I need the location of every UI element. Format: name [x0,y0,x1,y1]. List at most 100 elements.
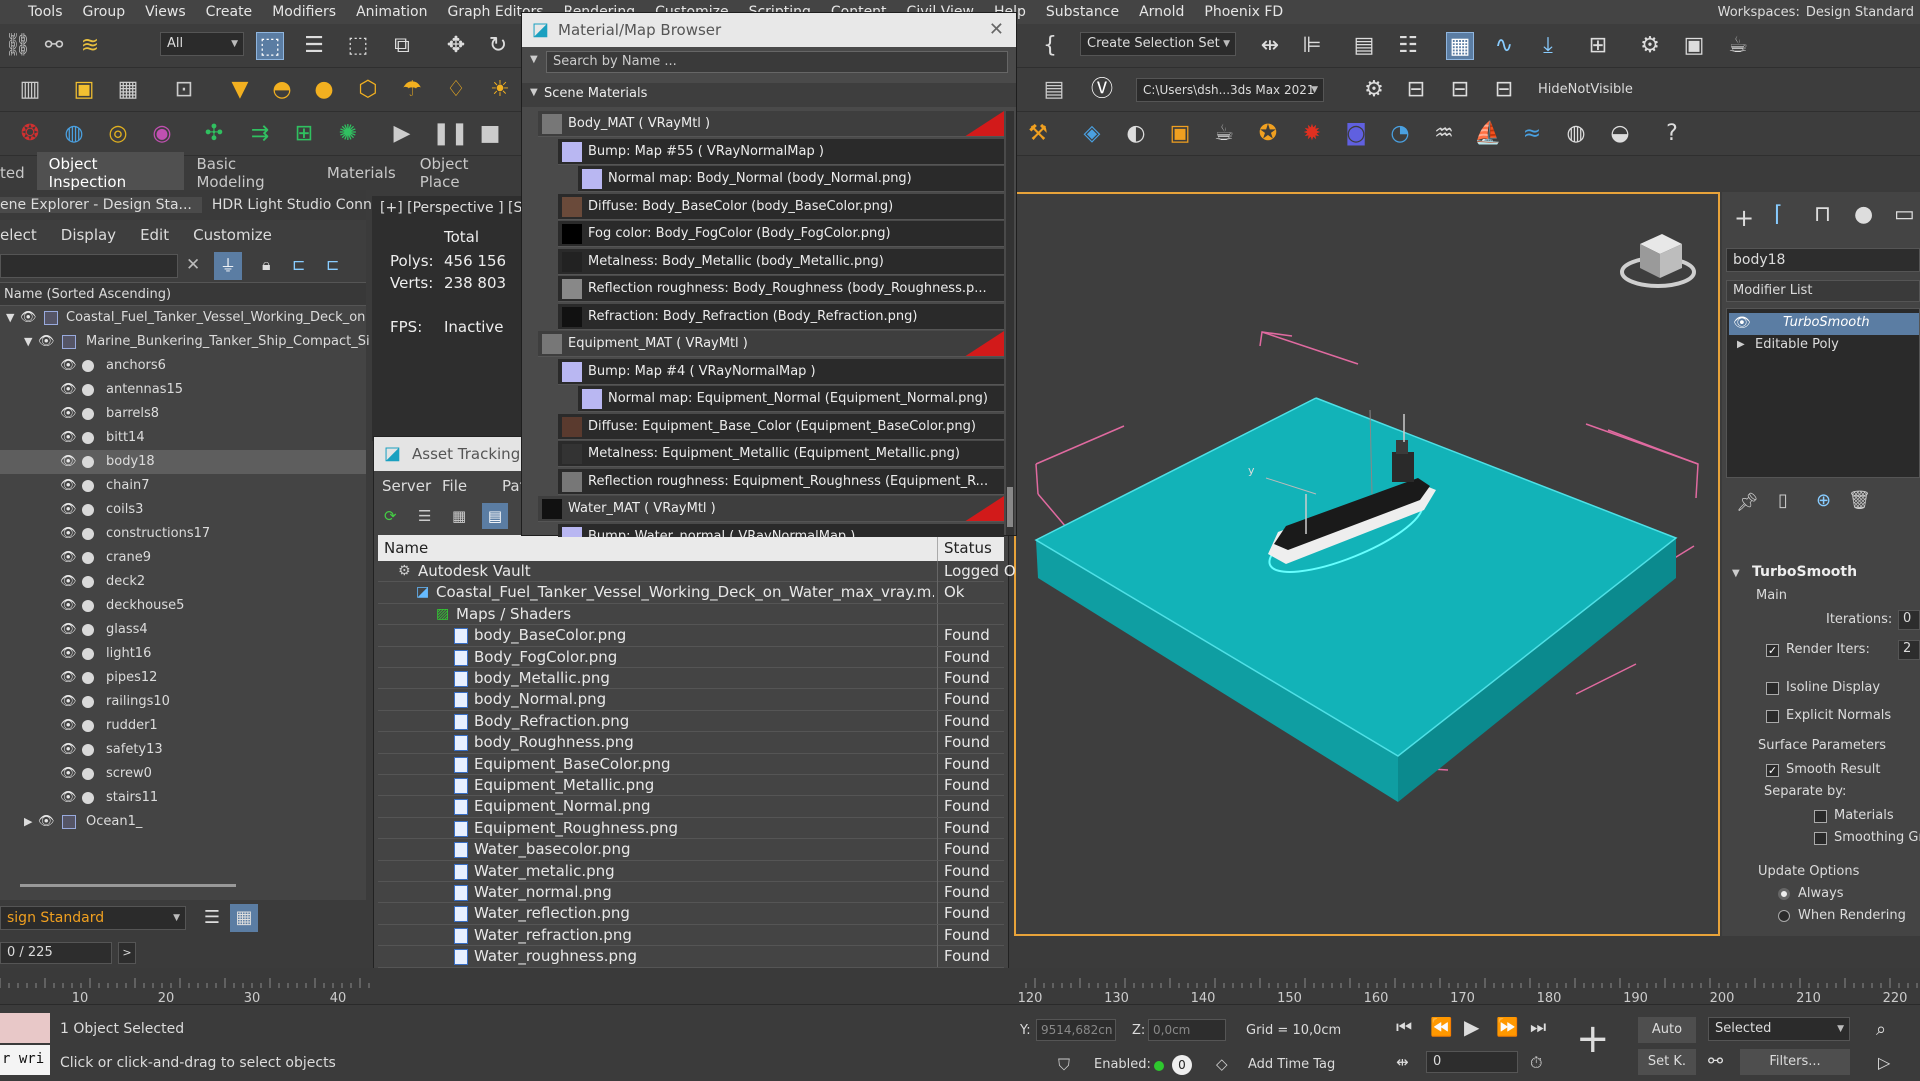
menu-item-phoenix-fd[interactable]: Phoenix FD [1194,4,1293,20]
scene-menu-display[interactable]: Display [49,226,128,244]
material-row[interactable]: Water_MAT ( VRayMtl ) [538,496,1004,522]
render-setup-icon[interactable]: ⚙ [1636,32,1664,60]
remove-modifier-icon[interactable]: 🗑︎ [1848,490,1871,511]
ribbon-tab-object-inspection[interactable]: Object Inspection [36,152,185,194]
workspace-layer-dropdown[interactable]: sign Standard [0,906,186,930]
phoenix-grid-icon[interactable]: ⚒ [1024,120,1052,148]
selection-filter-dropdown[interactable]: All [160,32,244,56]
always-radio[interactable] [1778,888,1790,900]
unlink-icon[interactable]: ⚯ [40,32,68,60]
visibility-eye-icon[interactable]: 👁︎ [20,306,37,330]
phoenix-camera-icon[interactable]: ◙ [1342,120,1370,148]
tree-row[interactable]: 👁︎ anchors6 [0,354,366,378]
schematic-view-icon[interactable]: ⊞ [1584,32,1612,60]
set-key-button[interactable]: Set K. [1638,1049,1696,1075]
named-selection-icon[interactable]: { [1036,32,1064,60]
create-selection-set-dropdown[interactable]: Create Selection Set [1080,32,1236,56]
phoenix-foam-icon[interactable]: ⛵ [1474,120,1502,148]
search-options-chevron-icon[interactable]: ▼ [530,54,538,65]
create-tab-icon[interactable]: + [1734,204,1754,232]
list-view-icon[interactable]: ☰ [418,507,431,525]
asset-row[interactable]: Body_Refraction.png Found [378,710,1004,733]
asset-row[interactable]: Equipment_Roughness.png Found [378,817,1004,840]
asset-row[interactable]: ◪ Coastal_Fuel_Tanker_Vessel_Working_Deck… [378,582,1004,604]
collapse-arrow-icon[interactable]: ▼ [24,330,32,354]
visibility-eye-icon[interactable]: 👁︎ [60,546,77,570]
asset-row[interactable]: Body_FogColor.png Found [378,646,1004,668]
frame-counter[interactable]: 0 / 225 [0,942,112,964]
frame-buffer-icon[interactable]: ⊡ [170,76,198,104]
visibility-eye-icon[interactable]: 👁︎ [60,522,77,546]
map-row[interactable]: Reflection roughness: Equipment_Roughnes… [558,468,1004,495]
rect-selection-icon[interactable]: ⬚ [344,32,372,60]
time-config-icon[interactable]: ⏱ [1530,1053,1542,1073]
material-search-input[interactable]: Search by Name ... [546,51,1008,73]
map-row[interactable]: Diffuse: Body_BaseColor (body_BaseColor.… [558,193,1004,220]
bind-spacewarp-icon[interactable]: ≋ [76,32,104,60]
workspace-value[interactable]: Design Standard [1806,5,1914,20]
map-row[interactable]: Reflection roughness: Body_Roughness (bo… [558,276,1004,302]
modifier-turbosmooth[interactable]: 👁︎ TurboSmooth [1729,313,1919,335]
menu-item-views[interactable]: Views [135,4,196,20]
mesh-light-icon[interactable]: ⬡ [354,76,382,104]
visibility-eye-icon[interactable]: 👁︎ [60,714,77,738]
tree-row[interactable]: 👁︎ screw0 [0,762,366,786]
map-row[interactable]: Bump: Water_normal ( VRayNormalMap ) [558,523,1004,537]
object-name-field[interactable]: body18 [1726,248,1920,272]
modify-tab-icon[interactable]: ⌈ [1774,202,1783,227]
tree-row[interactable]: 👁︎ deck2 [0,570,366,594]
menu-item-arnold[interactable]: Arnold [1129,4,1194,20]
workspaces-selector[interactable]: Workspaces: Design Standard [1718,5,1920,20]
layer-explorer-toggle-icon[interactable]: ▦ [230,904,258,932]
asset-row[interactable]: body_Metallic.png Found [378,668,1004,690]
map-row[interactable]: Refraction: Body_Refraction (Body_Refrac… [558,303,1004,330]
zoom-icon[interactable]: ⌕ [1876,1019,1886,1040]
scene-materials-group[interactable]: ▼ Scene Materials [522,83,1016,107]
motion-tab-icon[interactable]: ● [1854,202,1873,227]
map-row[interactable]: Diffuse: Equipment_Base_Color (Equipment… [558,413,1004,440]
menu-item-modifiers[interactable]: Modifiers [262,4,346,20]
modifier-editable-poly[interactable]: Editable Poly [1755,337,1839,352]
phoenix-cup-icon[interactable]: ☕ [1210,120,1238,148]
import-icon[interactable]: ⊟ [1490,76,1518,104]
ribbon-tab-object-place[interactable]: Object Place [408,152,520,194]
visibility-eye-icon[interactable]: 👁︎ [60,474,77,498]
tree-row[interactable]: 👁︎ railings10 [0,690,366,714]
filter-icon[interactable]: ⏚ [214,252,242,280]
map-row[interactable]: Normal map: Equipment_Normal (Equipment_… [578,386,1004,412]
help-icon[interactable]: ? [1658,120,1686,148]
map-row[interactable]: Metalness: Equipment_Metallic (Equipment… [558,441,1004,467]
tree-row[interactable]: ▶ 👁︎ Ocean1_ [0,810,366,834]
visibility-eye-icon[interactable]: 👁︎ [60,594,77,618]
visibility-eye-icon[interactable]: 👁︎ [60,666,77,690]
tree-row[interactable]: 👁︎ safety13 [0,738,366,762]
tree-row[interactable]: 👁︎ constructions17 [0,522,366,546]
asset-row[interactable]: Water_reflection.png Found [378,903,1004,925]
visibility-eye-icon[interactable]: 👁︎ [60,690,77,714]
grid-nodes-icon[interactable]: ⊞ [290,120,318,148]
asset-row[interactable]: body_Roughness.png Found [378,732,1004,754]
display-tab-icon[interactable]: ▭ [1894,202,1915,227]
vray-lights-icon[interactable]: ◉ [148,120,176,148]
phoenix-wave-icon[interactable]: ◔ [1386,120,1414,148]
table-view-icon[interactable]: ▤ [482,503,508,529]
hierarchy-icon[interactable]: ⊏ [292,255,305,274]
key-set-dropdown[interactable]: Selected [1708,1017,1850,1041]
smooth-result-checkbox[interactable]: ✓ [1766,764,1779,777]
tree-scrollbar[interactable] [20,884,236,887]
lock-icon[interactable]: 🔒︎ [262,255,271,275]
asset-row[interactable]: body_BaseColor.png Found [378,625,1004,647]
isoline-display-checkbox[interactable] [1766,682,1779,695]
map-row[interactable]: Metalness: Body_Metallic (body_Metallic.… [558,248,1004,275]
hierarchy-tab-icon[interactable]: ⊓ [1814,202,1831,227]
phoenix-liquid-icon[interactable]: ◐ [1122,120,1150,148]
show-end-result-icon[interactable]: ▯ [1778,490,1788,511]
layers-view-icon[interactable]: ⊏ [326,255,339,274]
window-crossing-icon[interactable]: ⧉ [388,32,416,60]
visibility-eye-icon[interactable]: 👁︎ [60,618,77,642]
phoenix-globe-icon[interactable]: ◍ [1562,120,1590,148]
visibility-eye-icon[interactable]: 👁︎ [60,570,77,594]
scene-explorer-tab-1[interactable]: HDR Light Studio Conn... [202,197,395,213]
render-iters-checkbox[interactable]: ✓ [1766,644,1779,657]
link-nodes-icon[interactable]: ✣ [200,120,228,148]
